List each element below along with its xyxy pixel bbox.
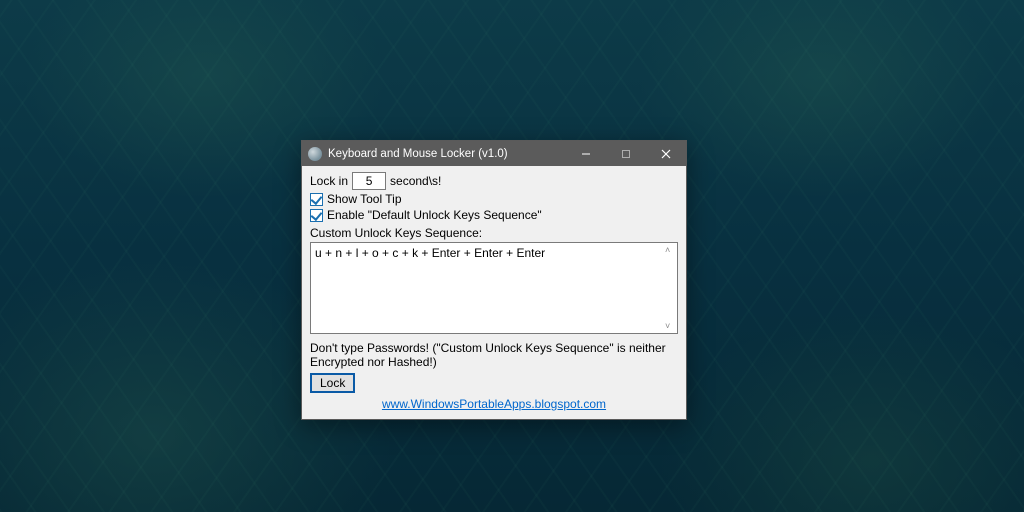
lock-in-suffix: second\s! xyxy=(390,174,441,188)
lock-in-row: Lock in second\s! xyxy=(310,172,678,190)
close-button[interactable] xyxy=(646,141,686,166)
maximize-icon xyxy=(621,149,631,159)
show-tooltip-label: Show Tool Tip xyxy=(327,192,402,206)
minimize-button[interactable] xyxy=(566,141,606,166)
password-warning: Don't type Passwords! ("Custom Unlock Ke… xyxy=(310,341,678,369)
minimize-icon xyxy=(581,149,591,159)
link-row: www.WindowsPortableApps.blogspot.com xyxy=(310,397,678,411)
show-tooltip-checkbox[interactable] xyxy=(310,193,323,206)
app-icon xyxy=(308,147,322,161)
show-tooltip-row: Show Tool Tip xyxy=(310,192,678,206)
window-title: Keyboard and Mouse Locker (v1.0) xyxy=(328,148,566,160)
titlebar[interactable]: Keyboard and Mouse Locker (v1.0) xyxy=(302,141,686,166)
app-window: Keyboard and Mouse Locker (v1.0) Lock in… xyxy=(301,140,687,420)
enable-default-checkbox[interactable] xyxy=(310,209,323,222)
enable-default-row: Enable "Default Unlock Keys Sequence" xyxy=(310,208,678,222)
enable-default-label: Enable "Default Unlock Keys Sequence" xyxy=(327,208,542,222)
maximize-button xyxy=(606,141,646,166)
custom-sequence-wrap: ˄ ˅ xyxy=(310,242,678,337)
lock-in-prefix: Lock in xyxy=(310,174,348,188)
custom-sequence-textarea[interactable] xyxy=(310,242,678,334)
website-link[interactable]: www.WindowsPortableApps.blogspot.com xyxy=(382,397,606,411)
seconds-input[interactable] xyxy=(352,172,386,190)
lock-button[interactable]: Lock xyxy=(310,373,355,393)
client-area: Lock in second\s! Show Tool Tip Enable "… xyxy=(302,166,686,419)
close-icon xyxy=(661,149,671,159)
custom-sequence-label: Custom Unlock Keys Sequence: xyxy=(310,226,678,240)
